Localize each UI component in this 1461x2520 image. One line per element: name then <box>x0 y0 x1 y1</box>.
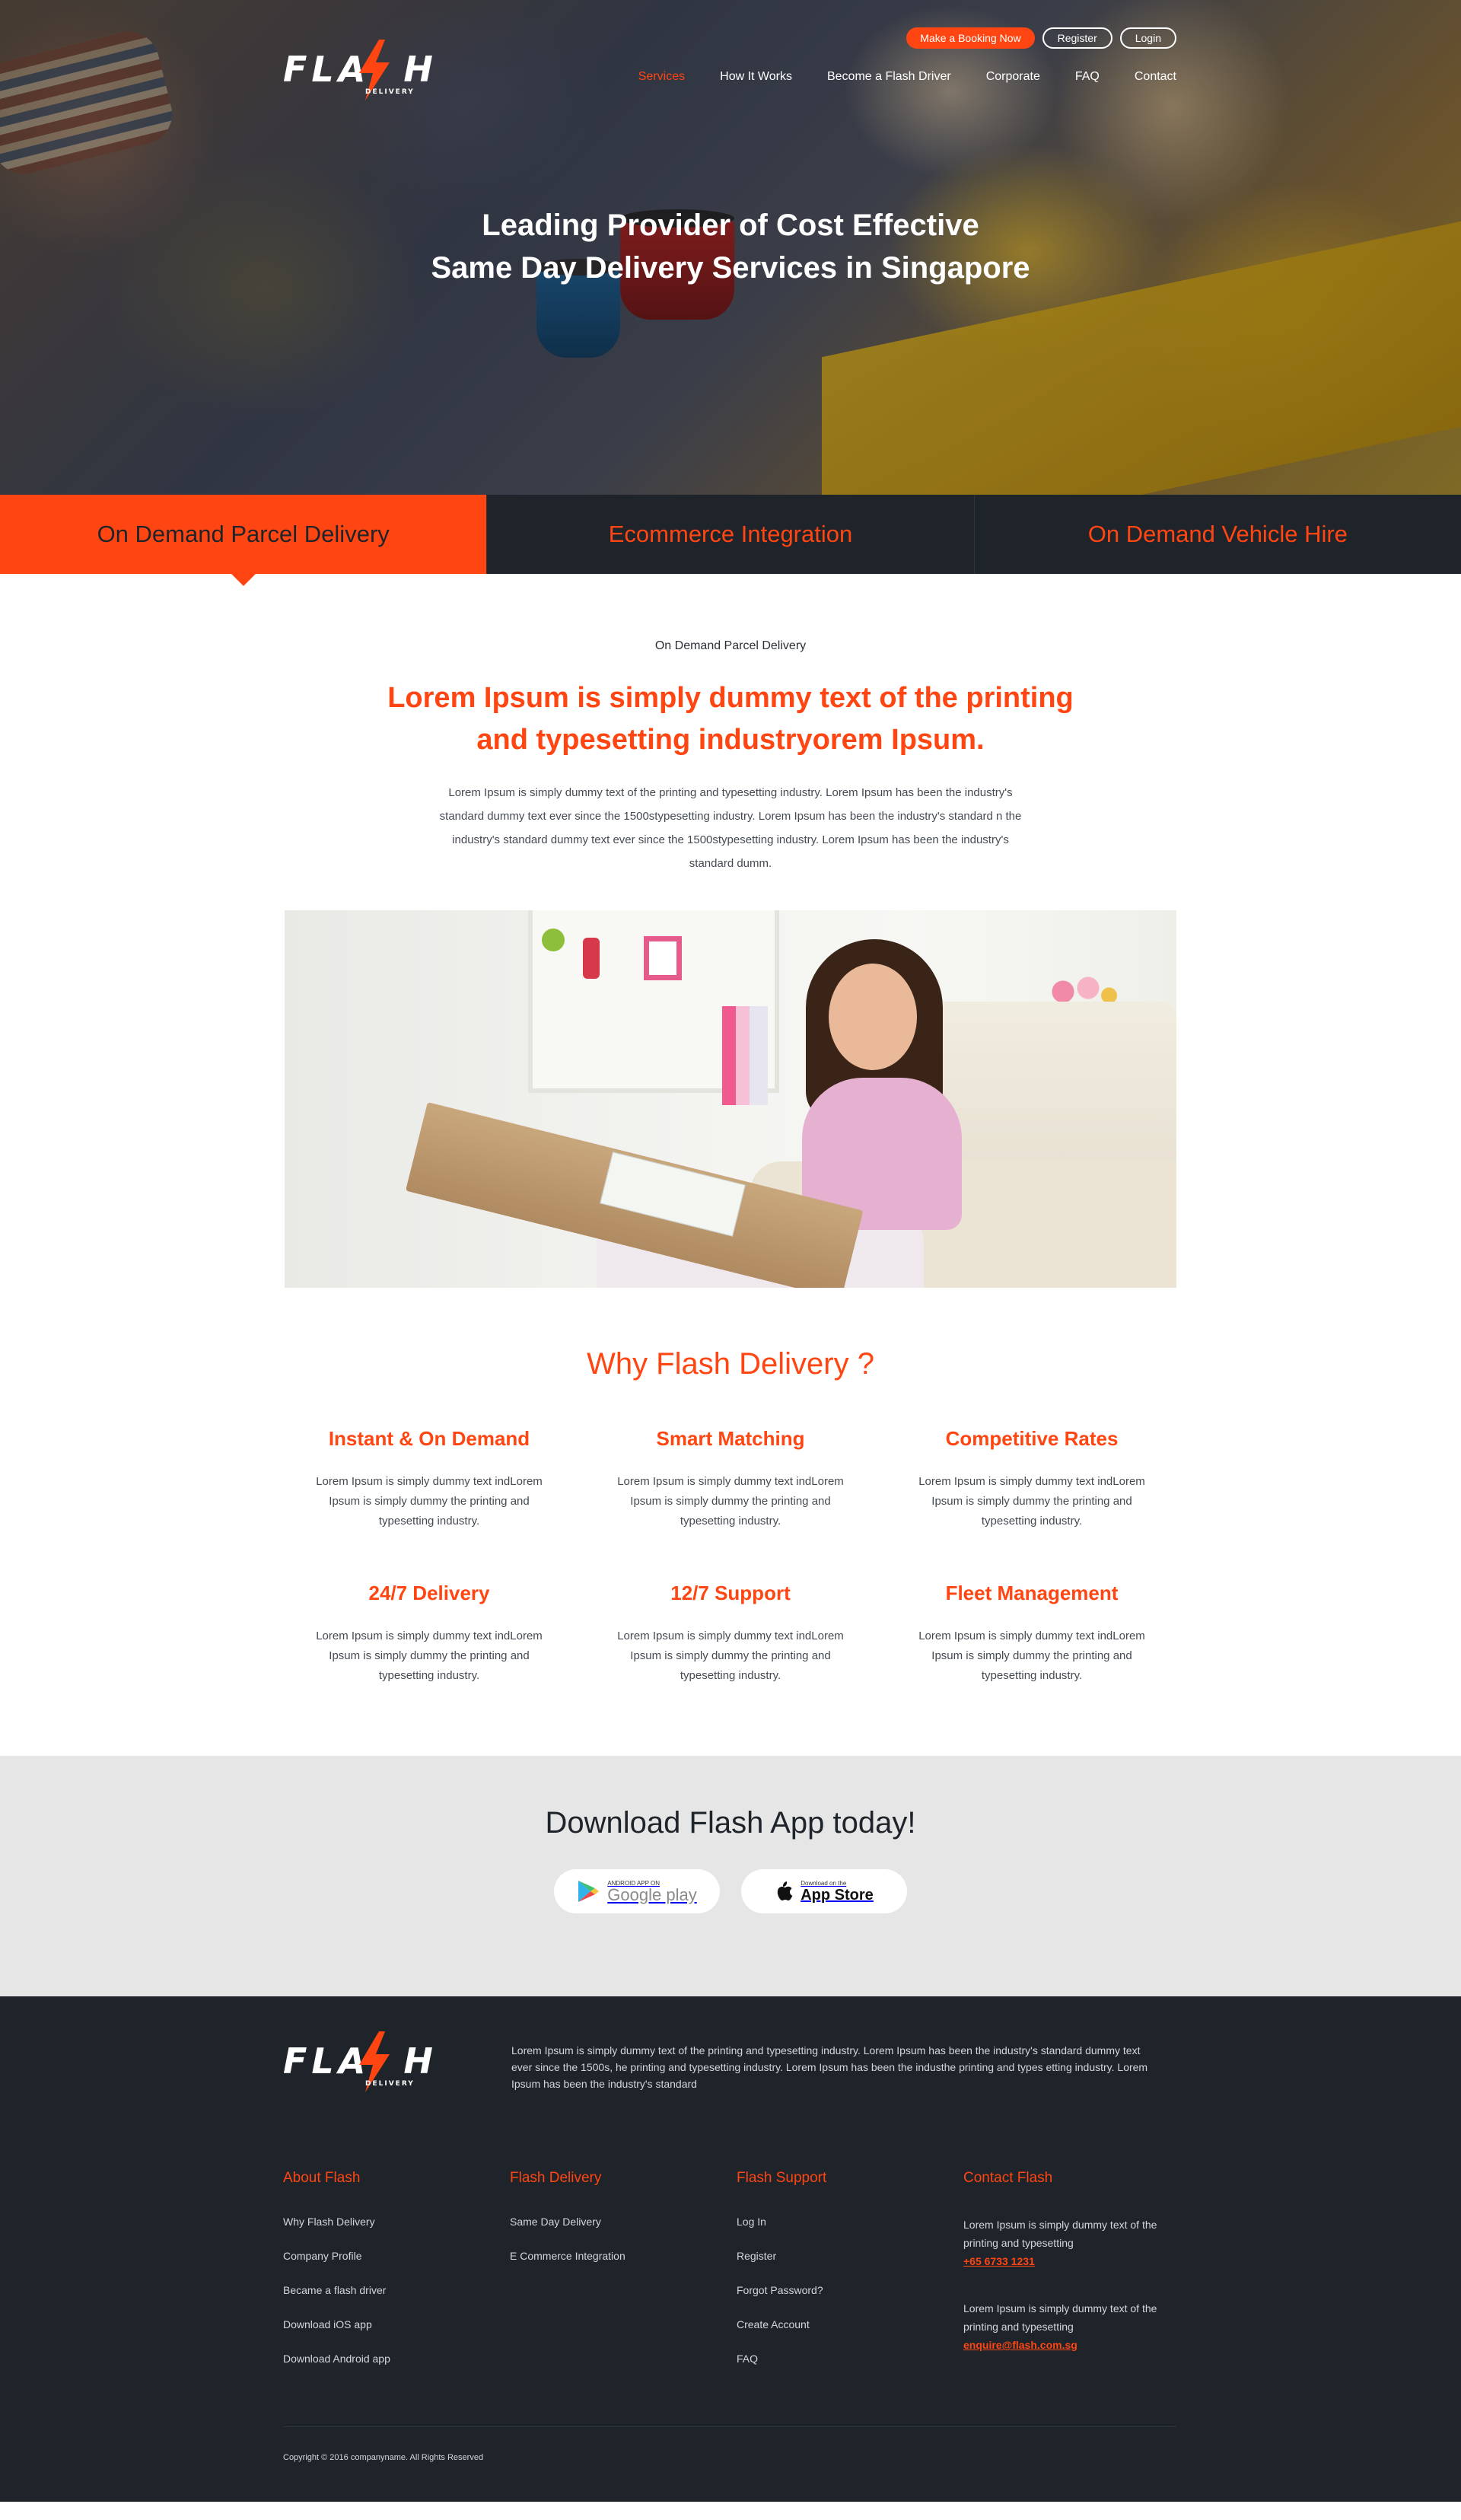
google-play-label: Google play <box>607 1884 697 1904</box>
contact-phone-block: Lorem Ipsum is simply dummy text of the … <box>963 2216 1190 2270</box>
register-button[interactable]: Register <box>1042 27 1112 49</box>
nav-corporate[interactable]: Corporate <box>986 70 1040 84</box>
app-store-small-label: Download on the <box>801 1879 847 1887</box>
footer-link[interactable]: FAQ <box>737 2353 963 2365</box>
nav-faq[interactable]: FAQ <box>1075 70 1100 84</box>
header-logo[interactable]: FLA H DELIVERY <box>283 40 433 100</box>
feature-text: Lorem Ipsum is simply dummy text indLore… <box>918 1630 1145 1682</box>
service-tabs: On Demand Parcel Delivery Ecommerce Inte… <box>0 495 1461 586</box>
store-badges: ANDROID APP ON Google play Download on t… <box>0 1869 1461 1913</box>
footer-link[interactable]: Company Profile <box>283 2250 510 2262</box>
app-download-section: Download Flash App today! ANDROID APP ON… <box>0 1756 1461 1996</box>
nav-become-driver[interactable]: Become a Flash Driver <box>827 70 951 84</box>
feature-title: Competitive Rates <box>945 1427 1119 1450</box>
intro-section: On Demand Parcel Delivery Lorem Ipsum is… <box>0 574 1461 875</box>
login-button[interactable]: Login <box>1119 27 1176 49</box>
footer-columns: About Flash Why Flash Delivery Company P… <box>283 2170 1190 2387</box>
feature-item: Smart Matching Lorem Ipsum is simply dum… <box>580 1427 881 1531</box>
tab-vehicle-hire[interactable]: On Demand Vehicle Hire <box>975 495 1461 574</box>
contact-phone-link[interactable]: +65 6733 1231 <box>963 2252 1190 2270</box>
footer-column-delivery: Flash Delivery Same Day Delivery E Comme… <box>510 2170 737 2387</box>
intro-headline: Lorem Ipsum is simply dummy text of the … <box>358 677 1103 761</box>
contact-text: Lorem Ipsum is simply dummy text of the … <box>963 2302 1157 2333</box>
header-actions: Make a Booking Now Register Login <box>906 27 1176 49</box>
feature-item: 12/7 Support Lorem Ipsum is simply dummy… <box>580 1582 881 1686</box>
footer-link[interactable]: Forgot Password? <box>737 2284 963 2296</box>
footer-link[interactable]: Download iOS app <box>283 2318 510 2330</box>
hero-title: Leading Provider of Cost Effective Same … <box>0 204 1461 289</box>
main-nav: Services How It Works Become a Flash Dri… <box>638 70 1176 84</box>
feature-title: 12/7 Support <box>670 1582 791 1604</box>
photo-vase <box>583 938 600 979</box>
feature-item: Instant & On Demand Lorem Ipsum is simpl… <box>279 1427 580 1531</box>
feature-item: 24/7 Delivery Lorem Ipsum is simply dumm… <box>279 1582 580 1686</box>
footer-column-about: About Flash Why Flash Delivery Company P… <box>283 2170 510 2387</box>
footer-link[interactable]: E Commerce Integration <box>510 2250 737 2262</box>
footer-link[interactable]: Download Android app <box>283 2353 510 2365</box>
footer-column-support: Flash Support Log In Register Forgot Pas… <box>737 2170 963 2387</box>
why-section: Why Flash Delivery ? Instant & On Demand… <box>0 1288 1461 1686</box>
feature-item: Competitive Rates Lorem Ipsum is simply … <box>881 1427 1182 1531</box>
footer-logo[interactable]: FLA H DELIVERY <box>283 2031 433 2092</box>
section-eyebrow: On Demand Parcel Delivery <box>654 639 807 652</box>
nav-services[interactable]: Services <box>638 70 685 84</box>
footer-link[interactable]: Became a flash driver <box>283 2284 510 2296</box>
photo-frame <box>644 936 682 980</box>
logo-tagline: DELIVERY <box>365 88 415 96</box>
tab-ecommerce-integration[interactable]: Ecommerce Integration <box>487 495 975 574</box>
customer-parcel-photo <box>285 910 1176 1288</box>
feature-text: Lorem Ipsum is simply dummy text indLore… <box>316 1630 543 1682</box>
photo-books <box>722 1006 768 1105</box>
google-play-icon <box>578 1881 600 1902</box>
why-title: Why Flash Delivery ? <box>587 1347 874 1381</box>
site-footer: FLA H DELIVERY Lorem Ipsum is simply dum… <box>0 1996 1461 2502</box>
feature-grid: Instant & On Demand Lorem Ipsum is simpl… <box>279 1427 1182 1686</box>
footer-link[interactable]: Same Day Delivery <box>510 2216 737 2228</box>
tab-parcel-delivery[interactable]: On Demand Parcel Delivery <box>0 495 488 586</box>
contact-text: Lorem Ipsum is simply dummy text of the … <box>963 2219 1157 2249</box>
contact-email-block: Lorem Ipsum is simply dummy text of the … <box>963 2299 1190 2354</box>
footer-column-title: Flash Support <box>737 2170 827 2186</box>
footer-divider <box>283 2426 1176 2427</box>
copyright-text: Copyright © 2016 companyname. All Rights… <box>283 2453 484 2462</box>
footer-link[interactable]: Why Flash Delivery <box>283 2216 510 2228</box>
app-download-title: Download Flash App today! <box>545 1806 916 1840</box>
footer-link[interactable]: Log In <box>737 2216 963 2228</box>
footer-column-contact: Contact Flash Lorem Ipsum is simply dumm… <box>963 2170 1190 2387</box>
contact-email-link[interactable]: enquire@flash.com.sg <box>963 2336 1190 2354</box>
hero-title-line-1: Leading Provider of Cost Effective <box>482 209 979 242</box>
nav-contact[interactable]: Contact <box>1135 70 1176 84</box>
feature-text: Lorem Ipsum is simply dummy text indLore… <box>617 1630 844 1682</box>
photo-plant <box>542 929 565 951</box>
nav-how-it-works[interactable]: How It Works <box>720 70 792 84</box>
intro-headline-line-1: Lorem Ipsum is simply dummy text of the … <box>387 682 1074 714</box>
app-store-label: App Store <box>801 1886 874 1904</box>
feature-title: 24/7 Delivery <box>368 1582 490 1604</box>
hero-banner: FLA H DELIVERY Make a Booking Now Regist… <box>0 0 1461 495</box>
footer-link[interactable]: Register <box>737 2250 963 2262</box>
feature-title: Smart Matching <box>656 1427 805 1450</box>
feature-text: Lorem Ipsum is simply dummy text indLore… <box>918 1475 1145 1528</box>
footer-link[interactable]: Create Account <box>737 2318 963 2330</box>
photo-person-face <box>829 964 917 1070</box>
logo-tagline: DELIVERY <box>365 2080 415 2088</box>
footer-about-text: Lorem Ipsum is simply dummy text of the … <box>511 2044 1148 2090</box>
feature-text: Lorem Ipsum is simply dummy text indLore… <box>316 1475 543 1528</box>
apple-icon <box>778 1881 793 1901</box>
app-store-button[interactable]: Download on the App Store <box>741 1869 907 1913</box>
intro-headline-line-2: and typesetting industryorem Ipsum. <box>476 724 985 756</box>
hero-title-line-2: Same Day Delivery Services in Singapore <box>431 251 1030 285</box>
footer-column-title: About Flash <box>283 2170 361 2186</box>
feature-item: Fleet Management Lorem Ipsum is simply d… <box>881 1582 1182 1686</box>
footer-column-title: Flash Delivery <box>510 2170 602 2186</box>
feature-title: Fleet Management <box>945 1582 1119 1604</box>
intro-paragraph: Lorem Ipsum is simply dummy text of the … <box>439 786 1022 870</box>
google-play-button[interactable]: ANDROID APP ON Google play <box>554 1869 720 1913</box>
feature-title: Instant & On Demand <box>328 1427 530 1450</box>
footer-column-title: Contact Flash <box>963 2170 1053 2186</box>
feature-text: Lorem Ipsum is simply dummy text indLore… <box>617 1475 844 1528</box>
make-booking-button[interactable]: Make a Booking Now <box>906 27 1035 49</box>
